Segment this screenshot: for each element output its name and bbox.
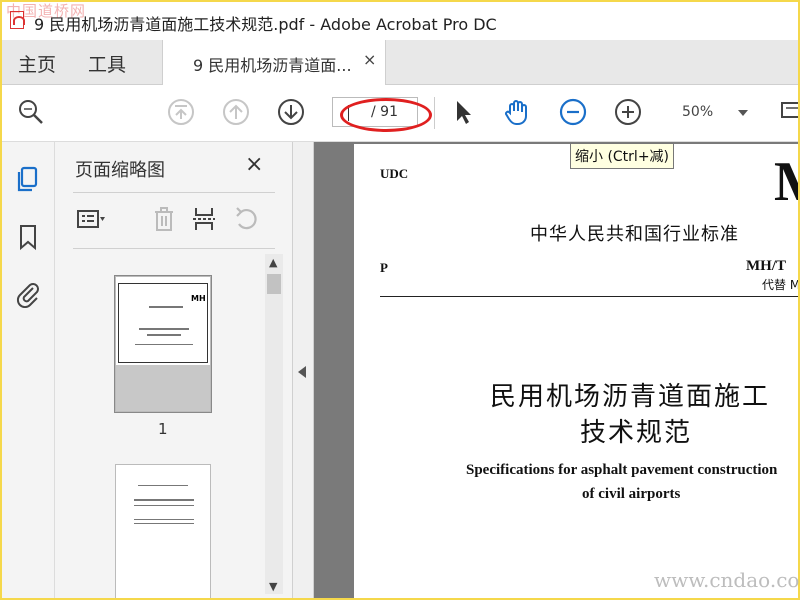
- doc-rule-line: [380, 296, 798, 297]
- split-page-icon[interactable]: [189, 204, 219, 234]
- zoom-level: 50%: [682, 104, 714, 120]
- doc-big-letter: M: [774, 150, 798, 214]
- zoom-in-icon[interactable]: [613, 97, 643, 127]
- search-icon[interactable]: [16, 97, 46, 127]
- thumbnail-1-label: 1: [158, 420, 168, 438]
- thumbnail-scrollbar[interactable]: ▲ ▼: [265, 254, 283, 594]
- thumbnail-text-line: [134, 519, 194, 520]
- zoom-out-icon[interactable]: [558, 97, 588, 127]
- panel-close-icon[interactable]: ×: [245, 152, 263, 177]
- page-thumbnails-icon[interactable]: [13, 164, 43, 194]
- first-page-icon[interactable]: [166, 97, 196, 127]
- scroll-down-icon[interactable]: ▼: [269, 580, 277, 593]
- toolbar-divider: [434, 97, 435, 129]
- zoom-out-tooltip: 缩小 (Ctrl+减): [570, 143, 675, 169]
- tab-tools[interactable]: 工具: [88, 50, 126, 77]
- rotate-page-icon[interactable]: [231, 204, 261, 234]
- thumbnail-cover-frame: MH: [118, 283, 208, 363]
- comment-tool-icon[interactable]: [778, 97, 798, 127]
- hand-tool-icon[interactable]: [502, 97, 532, 127]
- tab-document-label: 9 民用机场沥青道面...: [193, 56, 352, 75]
- tab-close-icon[interactable]: ×: [363, 50, 376, 69]
- tab-document[interactable]: 9 民用机场沥青道面... ×: [162, 40, 386, 85]
- page-thumbnail-2[interactable]: [115, 464, 211, 598]
- previous-page-icon[interactable]: [221, 97, 251, 127]
- watermark-bottom: www.cndao.com: [654, 568, 800, 592]
- bookmark-icon[interactable]: [13, 222, 43, 252]
- doc-english-line2: of civil airports: [582, 486, 681, 502]
- thumbnail-mark: MH: [191, 294, 206, 303]
- title-bar: 9 民用机场沥青道面施工技术规范.pdf - Adobe Acrobat Pro…: [2, 2, 798, 40]
- navigation-rail: [2, 142, 55, 598]
- chevron-down-icon: [738, 110, 748, 116]
- next-page-icon[interactable]: [276, 97, 306, 127]
- document-view[interactable]: UDC M 中华人民共和国行业标准 P MH/T 代替 M 民用机场沥青道面施工…: [314, 142, 798, 598]
- thumbnail-text-line: [134, 523, 194, 524]
- scroll-up-icon[interactable]: ▲: [269, 256, 277, 269]
- select-cursor-icon[interactable]: [448, 97, 478, 127]
- thumbnail-text-line: [138, 485, 188, 486]
- thumbnails-panel: 页面缩略图 × MH 1 ▲ ▼: [55, 142, 293, 598]
- doc-title-line2: 技术规范: [580, 418, 693, 448]
- panel-divider: [73, 192, 275, 193]
- panel-divider: [73, 248, 275, 249]
- tab-home[interactable]: 主页: [18, 50, 56, 77]
- panel-splitter[interactable]: [293, 142, 314, 598]
- scrollbar-thumb[interactable]: [267, 274, 281, 294]
- pdf-page: UDC M 中华人民共和国行业标准 P MH/T 代替 M 民用机场沥青道面施工…: [354, 144, 798, 598]
- thumbnail-text-line: [134, 505, 194, 506]
- thumbnail-text-line: [147, 334, 181, 336]
- doc-industry-standard: 中华人民共和国行业标准: [530, 224, 739, 245]
- zoom-level-select[interactable]: 50%: [666, 99, 756, 127]
- collapse-panel-icon[interactable]: [298, 366, 306, 378]
- attachment-icon[interactable]: [13, 278, 43, 309]
- watermark-top: 中国道桥网: [6, 2, 87, 20]
- tab-bar: 主页 工具 9 民用机场沥青道面... ×: [2, 40, 798, 85]
- panel-title: 页面缩略图: [75, 160, 165, 181]
- thumbnail-list: MH 1: [55, 250, 267, 598]
- thumbnail-text-line: [139, 328, 189, 330]
- annotation-red-circle: [340, 98, 432, 132]
- doc-udc: UDC: [380, 166, 409, 181]
- thumbnail-text-line: [135, 344, 193, 345]
- doc-standard-code: MH/T: [746, 258, 786, 274]
- thumbnail-gray-band: [116, 365, 210, 411]
- doc-english-line1: Specifications for asphalt pavement cons…: [466, 462, 778, 478]
- window-title: 9 民用机场沥青道面施工技术规范.pdf - Adobe Acrobat Pro…: [34, 15, 497, 34]
- doc-p-code: P: [380, 260, 388, 275]
- thumbnail-text-line: [149, 306, 183, 308]
- delete-page-icon[interactable]: [149, 204, 179, 234]
- thumbnail-options-icon[interactable]: [75, 204, 105, 234]
- page-thumbnail-1[interactable]: MH: [115, 276, 211, 412]
- doc-title-line1: 民用机场沥青道面施工: [490, 382, 771, 412]
- doc-replaces: 代替 M: [762, 278, 798, 292]
- app-window: 9 民用机场沥青道面施工技术规范.pdf - Adobe Acrobat Pro…: [0, 0, 800, 600]
- thumbnail-text-line: [134, 499, 194, 501]
